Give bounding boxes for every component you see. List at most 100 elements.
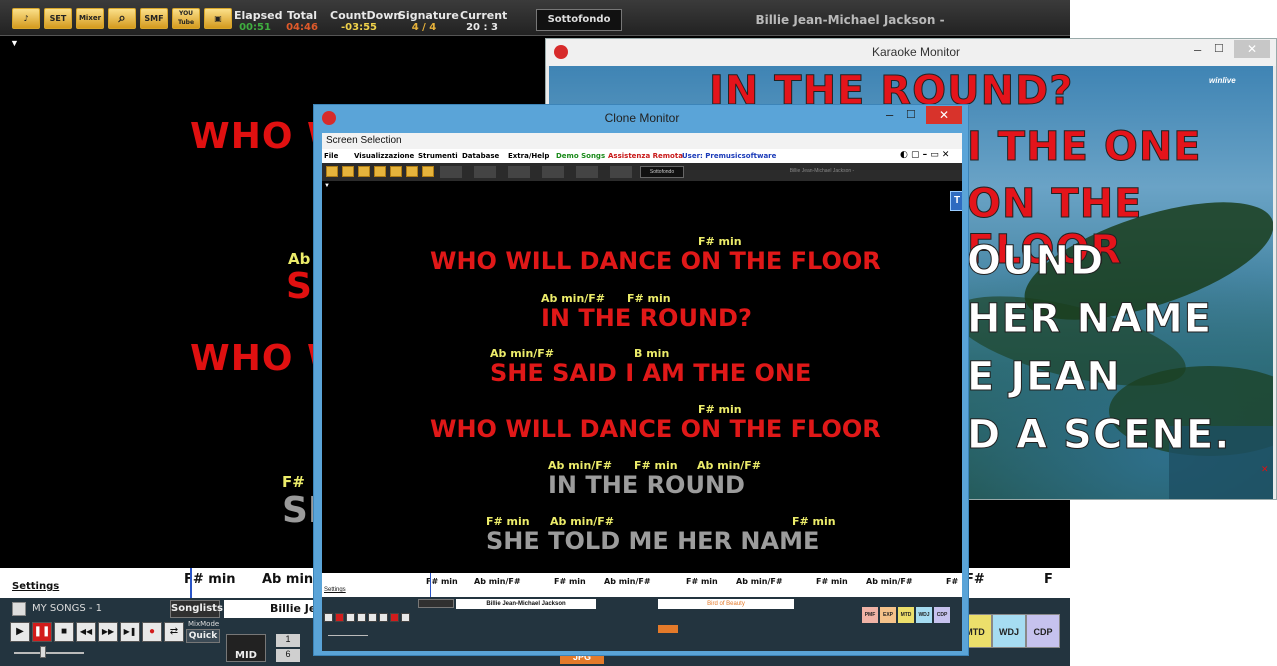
screen-icon[interactable] <box>422 166 434 177</box>
screen-icon[interactable]: ▣ <box>204 8 232 29</box>
exp-button[interactable]: EXP <box>880 607 896 623</box>
music-note-icon[interactable] <box>326 166 338 177</box>
sottofondo-button[interactable]: Sottofondo <box>640 166 684 178</box>
search-icon[interactable] <box>374 166 386 177</box>
next-button[interactable] <box>379 613 388 622</box>
mixer-icon[interactable] <box>358 166 370 177</box>
next-button[interactable]: ▶❚ <box>120 622 140 642</box>
forward-button[interactable]: ▶▶ <box>98 622 118 642</box>
pmf-button[interactable]: PMF <box>862 607 878 623</box>
t-badge-button[interactable]: T <box>950 191 962 211</box>
karaoke-lyric-line: E JEAN <box>967 354 1121 401</box>
chord-label: F# min <box>816 577 848 586</box>
smf-button[interactable]: SMF <box>140 8 168 29</box>
menu-user[interactable]: User: Premusicsoftware <box>682 152 776 160</box>
chord-bar: F# min Ab min/F# F# min Ab min/F# F# min… <box>322 573 962 597</box>
lyric-line: WHO WILL DANCE ON THE FLOOR <box>430 247 881 275</box>
signature-stat: Signature 4 / 4 <box>398 9 459 33</box>
wdj-button[interactable]: WDJ <box>992 614 1026 648</box>
song-field[interactable]: Billie Je <box>224 600 318 618</box>
cdp-button[interactable]: CDP <box>934 607 950 623</box>
youtube-button[interactable]: YOU Tube <box>172 8 200 29</box>
play-button[interactable]: ▶ <box>10 622 30 642</box>
jpg-button[interactable] <box>658 625 678 633</box>
minimize-icon[interactable]: – <box>886 107 893 122</box>
window-controls-icon[interactable]: ◐ ▢ – ▭ ✕ <box>900 150 949 160</box>
set-button[interactable]: SET <box>44 8 72 29</box>
chord-label: Ab min/F# <box>866 577 913 586</box>
forward-button[interactable] <box>368 613 377 622</box>
close-icon[interactable]: ✕ <box>926 106 962 124</box>
playlist-icon[interactable] <box>12 602 26 616</box>
karaoke-lyric-line: D A SCENE. <box>967 412 1231 459</box>
lyric-line: SHE TOLD ME HER NAME <box>486 527 820 555</box>
quick-button[interactable]: Quick <box>186 629 220 643</box>
volume-slider[interactable] <box>14 652 84 654</box>
elapsed-stat: Elapsed 00:51 <box>234 9 283 33</box>
rewind-button[interactable]: ◀◀ <box>76 622 96 642</box>
menu-extra-help[interactable]: Extra/Help <box>508 152 549 160</box>
app-icon <box>554 45 568 59</box>
collapse-arrow-icon[interactable]: ▼ <box>324 183 330 189</box>
pause-button[interactable] <box>335 613 344 622</box>
stats-strip <box>440 166 640 178</box>
wdj-button[interactable]: WDJ <box>916 607 932 623</box>
mtd-button[interactable]: MTD <box>898 607 914 623</box>
menu-database[interactable]: Database <box>462 152 499 160</box>
close-icon[interactable]: ✕ <box>1234 40 1270 58</box>
main-toolbar: ♪ SET Mixer ⌕ SMF YOU Tube ▣ Elapsed 00:5… <box>0 0 1070 36</box>
play-button[interactable] <box>324 613 333 622</box>
playhead-marker <box>190 568 192 598</box>
repeat-button[interactable] <box>401 613 410 622</box>
volume-knob[interactable] <box>40 646 46 658</box>
record-button[interactable] <box>390 613 399 622</box>
channel-6[interactable]: 6 <box>276 649 300 662</box>
settings-link[interactable]: Settings <box>12 581 59 592</box>
chord-label: F# min <box>554 577 586 586</box>
lyric-line: IN THE ROUND <box>548 471 745 499</box>
search-icon[interactable]: ⌕ <box>108 8 136 29</box>
lyric-line: SHE SAID I AM THE ONE <box>490 359 812 387</box>
playlist-name: MY SONGS - 1 <box>32 603 103 614</box>
menu-assistenza-remota[interactable]: Assistenza Remota <box>608 152 683 160</box>
menu-visualizzazione[interactable]: Visualizzazione <box>354 152 414 160</box>
song-field[interactable]: Billie Jean-Michael Jackson <box>456 599 596 609</box>
maximize-icon[interactable]: ☐ <box>906 108 916 121</box>
screen-selection-menu[interactable]: Screen Selection <box>322 133 962 149</box>
mixer-button[interactable]: Mixer <box>76 8 104 29</box>
menu-strumenti[interactable]: Strumenti <box>418 152 458 160</box>
mixmode-label: MixMode <box>188 620 220 628</box>
smf-icon[interactable] <box>390 166 402 177</box>
sottofondo-button[interactable]: Sottofondo <box>536 9 622 31</box>
record-button[interactable]: ● <box>142 622 162 642</box>
chord-label: F <box>1044 572 1053 587</box>
next-song-field[interactable]: Bird of Beauty <box>658 599 794 609</box>
window-title: Clone Monitor <box>604 111 680 125</box>
minimize-icon[interactable]: – <box>1194 42 1201 57</box>
lyric-line: IN THE ROUND? <box>541 304 752 332</box>
music-note-icon[interactable]: ♪ <box>12 8 40 29</box>
menu-demo-songs[interactable]: Demo Songs <box>556 152 605 160</box>
cdp-button[interactable]: CDP <box>1026 614 1060 648</box>
karaoke-titlebar: Karaoke Monitor – ☐ ✕ <box>546 39 1276 66</box>
songlists-button[interactable]: Songlists <box>170 600 223 618</box>
menu-file[interactable]: File <box>324 152 338 160</box>
volume-slider[interactable] <box>328 635 368 636</box>
clone-monitor-window: Clone Monitor – ☐ ✕ Screen Selection Fil… <box>313 104 969 656</box>
stop-button[interactable]: ■ <box>54 622 74 642</box>
maximize-icon[interactable]: ☐ <box>1214 42 1224 55</box>
channel-1[interactable]: 1 <box>276 634 300 647</box>
player-controls: Billie Jean-Michael Jackson Bird of Beau… <box>322 597 962 651</box>
playhead-marker <box>430 573 431 597</box>
close-small-icon[interactable]: ✕ <box>1261 464 1269 475</box>
rewind-button[interactable] <box>357 613 366 622</box>
set-icon[interactable] <box>342 166 354 177</box>
settings-link[interactable]: Settings <box>324 587 346 593</box>
clone-toolbar: Sottofondo Billie Jean-Michael Jackson - <box>322 163 962 181</box>
stop-button[interactable] <box>346 613 355 622</box>
youtube-icon[interactable] <box>406 166 418 177</box>
collapse-arrow-icon[interactable]: ▼ <box>10 38 19 48</box>
songlists-button[interactable] <box>418 599 454 608</box>
repeat-button[interactable]: ⇄ <box>164 622 184 642</box>
pause-button[interactable]: ❚❚ <box>32 622 52 642</box>
